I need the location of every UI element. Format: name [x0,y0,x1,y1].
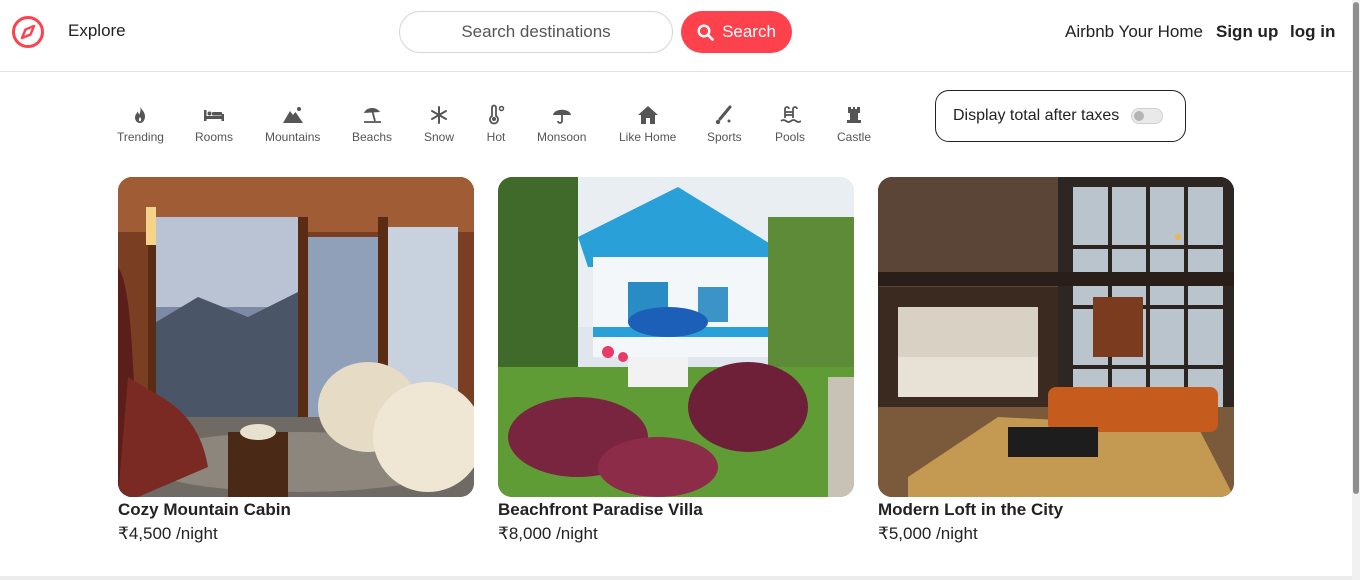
tax-toggle-label: Display total after taxes [953,107,1120,124]
filter-label: Sports [707,130,742,144]
listing-title: Cozy Mountain Cabin [118,500,291,519]
umbrella-beach-icon [364,107,382,123]
listing-title: Beachfront Paradise Villa [498,500,703,519]
castle-icon [847,107,861,123]
listing-price: ₹4,500 /night [118,524,218,543]
filter-trending[interactable]: Trending [117,104,164,144]
thermometer-icon [489,104,505,125]
navbar: Explore Search Airbnb Your Home Sign up … [0,0,1352,72]
filter-label: Beachs [352,130,393,144]
listing-price: ₹8,000 /night [498,524,598,543]
tax-toggle[interactable]: Display total after taxes [935,90,1186,142]
listing-price: ₹5,000 /night [878,524,978,543]
search-button[interactable]: Search [681,11,792,53]
listing-card[interactable]: Beachfront Paradise Villa ₹8,000 /night [498,177,854,544]
filter-rooms[interactable]: Rooms [195,104,233,144]
tax-switch[interactable] [1131,108,1164,124]
filter-label: Trending [117,130,164,144]
mountain-icon [282,107,303,123]
search-icon [697,23,714,41]
filter-label: Monsoon [537,130,587,144]
filter-like-home[interactable]: Like Home [619,104,676,144]
filter-label: Rooms [195,130,234,144]
login-link[interactable]: log in [1290,22,1335,42]
listing-card[interactable]: Cozy Mountain Cabin ₹4,500 /night [118,177,474,544]
filter-label: Snow [424,130,455,144]
footer-divider [0,576,1352,580]
filter-label: Like Home [619,130,677,144]
explore-link[interactable]: Explore [68,21,126,41]
listing-image[interactable] [498,177,854,497]
listing-image[interactable] [878,177,1234,497]
filter-sports[interactable]: Sports [707,104,742,144]
house-icon [637,106,658,124]
filter-label: Mountains [265,130,321,144]
fire-icon [135,106,146,123]
page-scrollbar[interactable] [1352,0,1360,580]
airbnb-your-home-link[interactable]: Airbnb Your Home [1065,22,1203,42]
listing-image[interactable] [118,177,474,497]
compass-icon[interactable] [11,15,45,49]
filter-label: Pools [775,130,806,144]
filter-label: Hot [486,130,506,144]
snowflake-icon [431,106,448,124]
filter-pools[interactable]: Pools [775,104,805,144]
filter-castle[interactable]: Castle [837,104,871,144]
switch-knob [1134,111,1145,121]
filter-hot[interactable]: Hot [485,104,507,144]
filter-monsoon[interactable]: Monsoon [537,104,586,144]
listing-title: Modern Loft in the City [878,500,1064,519]
pool-icon [780,106,802,123]
scrollbar-thumb[interactable] [1353,2,1359,494]
filter-mountains[interactable]: Mountains [265,104,320,144]
search-button-label: Search [722,22,776,41]
bed-icon [204,110,224,121]
umbrella-icon [552,109,571,124]
listing-card[interactable]: Modern Loft in the City ₹5,000 /night [878,177,1234,544]
sports-icon [716,105,732,125]
signup-link[interactable]: Sign up [1216,22,1278,42]
filter-beachs[interactable]: Beachs [352,104,392,144]
filter-snow[interactable]: Snow [424,104,454,144]
search-input[interactable] [399,11,673,53]
filter-label: Castle [837,130,872,144]
